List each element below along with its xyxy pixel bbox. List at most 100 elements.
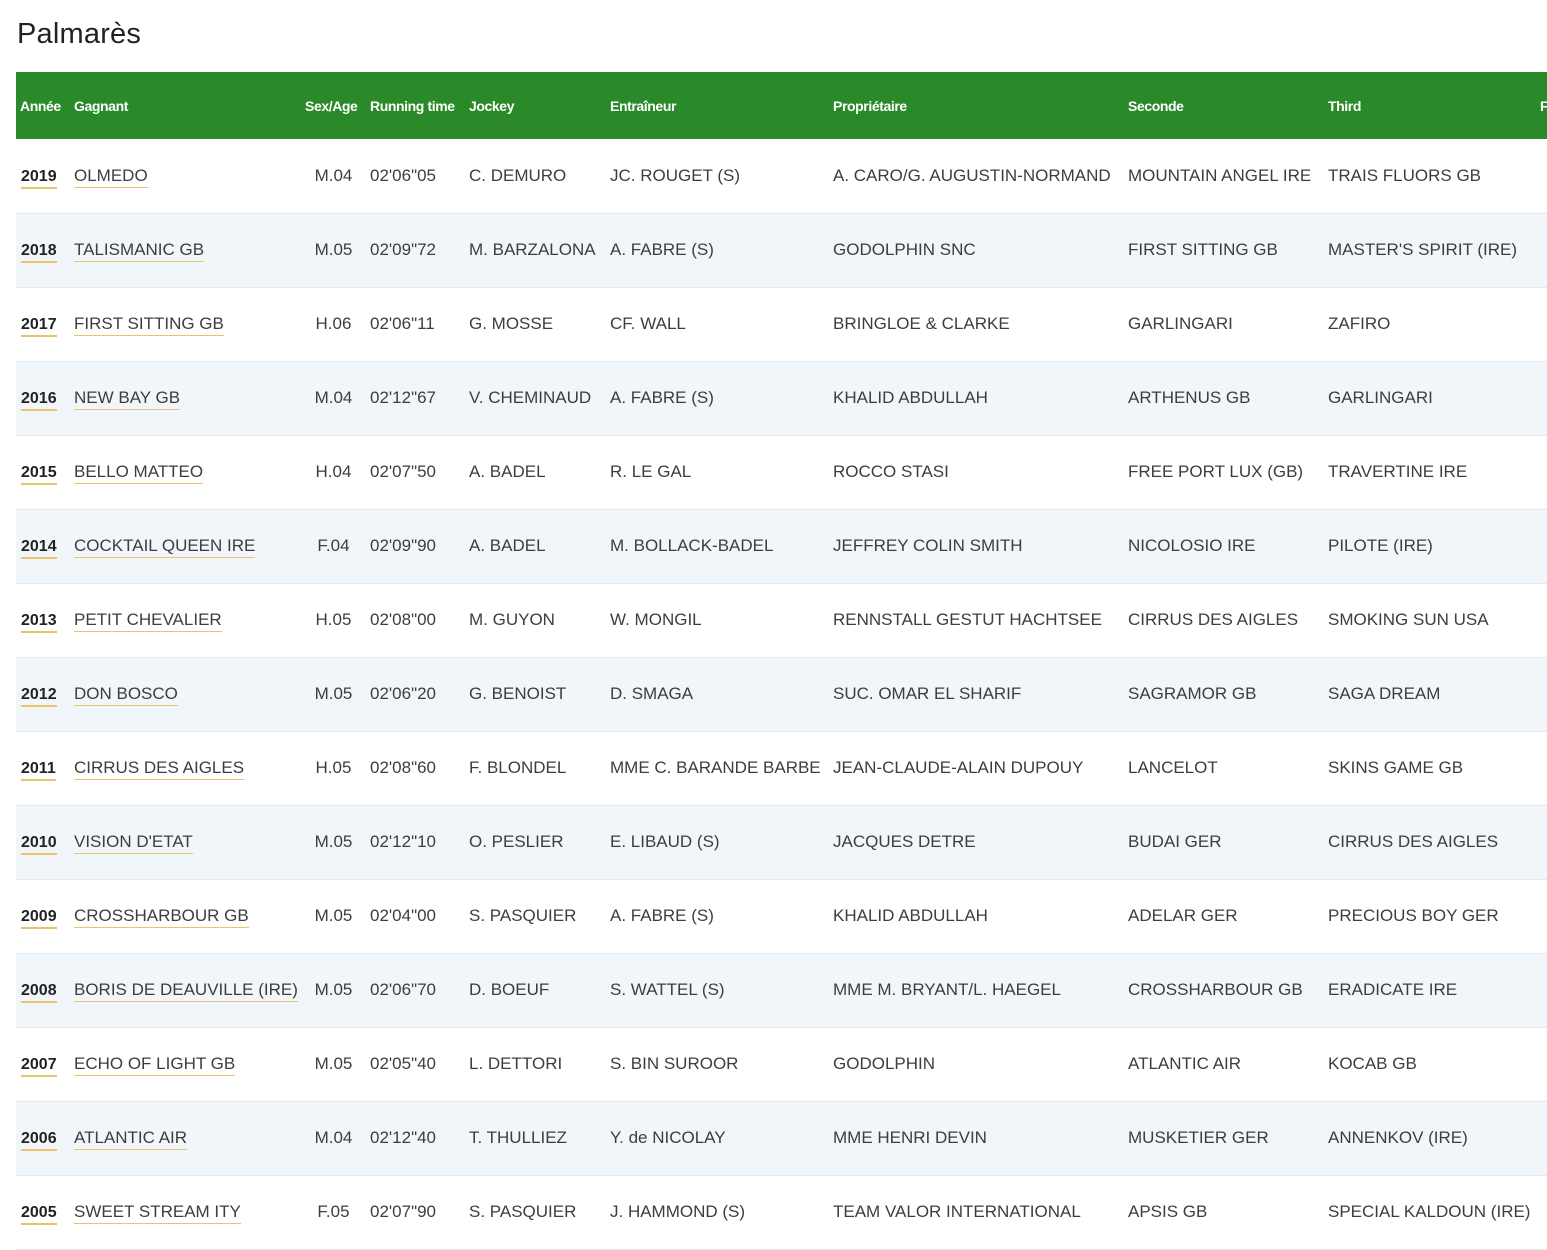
winner-cell: ECHO OF LIGHT GB: [70, 1027, 301, 1101]
winner-link[interactable]: FIRST SITTING GB: [74, 314, 224, 336]
year-cell: 2005: [16, 1175, 70, 1249]
running-time-cell: 02'12"10: [370, 832, 437, 851]
third-cell: MASTER'S SPIRIT (IRE): [1328, 240, 1518, 259]
year-link[interactable]: 2018: [21, 242, 57, 263]
year-link[interactable]: 2009: [21, 908, 57, 929]
owner-cell: MME M. BRYANT/L. HAEGEL: [833, 980, 1061, 999]
header-owner: Propriétaire: [833, 97, 907, 114]
owner-cell: RENNSTALL GESTUT HACHTSEE: [833, 610, 1102, 629]
winner-link[interactable]: CIRRUS DES AIGLES: [74, 758, 245, 780]
winner-link[interactable]: ECHO OF LIGHT GB: [74, 1054, 236, 1076]
year-cell: 2012: [16, 657, 70, 731]
sex-age-cell: H.04: [315, 462, 352, 481]
trainer-cell: A. FABRE (S): [610, 906, 714, 925]
jockey-cell: D. BOEUF: [469, 980, 550, 999]
year-cell: 2014: [16, 509, 70, 583]
third-cell: PRECIOUS BOY GER: [1328, 906, 1499, 925]
year-link[interactable]: 2008: [21, 982, 57, 1003]
extra-cell: [1536, 139, 1547, 213]
jockey-cell: S. PASQUIER: [469, 906, 577, 925]
extra-cell: [1536, 583, 1547, 657]
owner-cell: TEAM VALOR INTERNATIONAL: [833, 1202, 1081, 1221]
year-link[interactable]: 2019: [21, 167, 57, 189]
jockey-cell: A. BADEL: [469, 536, 546, 555]
header-trainer: Entraîneur: [610, 97, 677, 114]
second-cell: FREE PORT LUX (GB): [1128, 462, 1304, 481]
year-cell: 2016: [16, 361, 70, 435]
jockey-cell: S. PASQUIER: [469, 1202, 577, 1221]
winner-link[interactable]: DON BOSCO: [74, 684, 178, 706]
table-row: 2011 CIRRUS DES AIGLES H.05 02'08"60 F. BLON…: [16, 731, 1547, 805]
winner-link[interactable]: ATLANTIC AIR: [74, 1128, 188, 1150]
year-link[interactable]: 2005: [21, 1204, 57, 1225]
year-link[interactable]: 2016: [21, 390, 57, 411]
winner-link[interactable]: BORIS DE DEAUVILLE (IRE): [74, 980, 298, 1002]
table-row: 2007 ECHO OF LIGHT GB M.05 02'05"40 L. DETTO…: [16, 1027, 1547, 1101]
table-row: 2015 BELLO MATTEO H.04 02'07"50 A. BADEL R. L…: [16, 435, 1547, 509]
jockey-cell: A. BADEL: [469, 462, 546, 481]
year-link[interactable]: 2013: [21, 612, 57, 633]
owner-cell: KHALID ABDULLAH: [833, 906, 988, 925]
winner-link[interactable]: BELLO MATTEO: [74, 462, 204, 484]
trainer-cell: S. WATTEL (S): [610, 980, 725, 999]
winner-link[interactable]: NEW BAY GB: [74, 388, 181, 410]
palmares-table-container: Année Gagnant Sex/Age Running time Jocke…: [16, 72, 1547, 1250]
header-sex-age: Sex/Age: [305, 97, 358, 114]
extra-cell: [1536, 1175, 1547, 1249]
winner-link[interactable]: SWEET STREAM ITY: [74, 1202, 241, 1224]
header-extra: F: [1540, 97, 1547, 114]
year-link[interactable]: 2014: [21, 538, 57, 559]
trainer-cell: A. FABRE (S): [610, 388, 714, 407]
trainer-cell: CF. WALL: [610, 314, 686, 333]
year-link[interactable]: 2012: [21, 686, 57, 707]
trainer-cell: E. LIBAUD (S): [610, 832, 720, 851]
header-year: Année: [20, 97, 61, 114]
year-link[interactable]: 2017: [21, 316, 57, 337]
year-cell: 2007: [16, 1027, 70, 1101]
sex-age-cell: M.05: [314, 684, 353, 703]
winner-link[interactable]: CROSSHARBOUR GB: [74, 906, 249, 928]
second-cell: FIRST SITTING GB: [1128, 240, 1278, 259]
jockey-cell: G. MOSSE: [469, 314, 554, 333]
jockey-cell: M. BARZALONA: [469, 240, 596, 259]
winner-link[interactable]: OLMEDO: [74, 165, 148, 188]
winner-cell: OLMEDO: [70, 139, 301, 213]
header-second: Seconde: [1128, 97, 1184, 114]
extra-cell: [1536, 361, 1547, 435]
year-link[interactable]: 2011: [21, 760, 56, 781]
owner-cell: GODOLPHIN: [833, 1054, 936, 1073]
winner-link[interactable]: PETIT CHEVALIER: [74, 610, 222, 632]
second-cell: CIRRUS DES AIGLES: [1128, 610, 1299, 629]
jockey-cell: O. PESLIER: [469, 832, 564, 851]
year-link[interactable]: 2010: [21, 834, 57, 855]
owner-cell: A. CARO/G. AUGUSTIN-NORMAND: [833, 165, 1111, 185]
year-link[interactable]: 2015: [21, 464, 57, 485]
table-row: 2019 OLMEDO M.04 02'06"05 C. DEMURO JC. ROUGE…: [16, 139, 1547, 213]
extra-cell: [1536, 287, 1547, 361]
third-cell: SPECIAL KALDOUN (IRE): [1328, 1202, 1531, 1221]
second-cell: MUSKETIER GER: [1128, 1128, 1269, 1147]
winner-link[interactable]: VISION D'ETAT: [74, 832, 193, 854]
owner-cell: MME HENRI DEVIN: [833, 1128, 987, 1147]
table-row: 2010 VISION D'ETAT M.05 02'12"10 O. PESLIER E…: [16, 805, 1547, 879]
trainer-cell: R. LE GAL: [610, 462, 692, 481]
second-cell: APSIS GB: [1128, 1202, 1208, 1221]
trainer-cell: S. BIN SUROOR: [610, 1054, 739, 1073]
third-cell: SAGA DREAM: [1328, 684, 1441, 703]
sex-age-cell: M.04: [314, 388, 353, 407]
table-row: 2006 ATLANTIC AIR M.04 02'12"40 T. THULLIEZ Y…: [16, 1101, 1547, 1175]
winner-link[interactable]: TALISMANIC GB: [74, 240, 205, 262]
page-title: Palmarès: [17, 18, 142, 50]
third-cell: GARLINGARI: [1328, 388, 1433, 407]
year-cell: 2017: [16, 287, 70, 361]
winner-link[interactable]: COCKTAIL QUEEN IRE: [74, 536, 256, 558]
running-time-cell: 02'04"00: [370, 906, 437, 925]
extra-cell: [1536, 509, 1547, 583]
extra-cell: [1536, 731, 1547, 805]
trainer-cell: JC. ROUGET (S): [610, 165, 741, 185]
trainer-cell: Y. de NICOLAY: [610, 1128, 726, 1147]
year-link[interactable]: 2007: [21, 1056, 57, 1077]
table-row: 2016 NEW BAY GB M.04 02'12"67 V. CHEMINAUD A.…: [16, 361, 1547, 435]
running-time-cell: 02'12"67: [370, 388, 437, 407]
year-link[interactable]: 2006: [21, 1130, 57, 1151]
